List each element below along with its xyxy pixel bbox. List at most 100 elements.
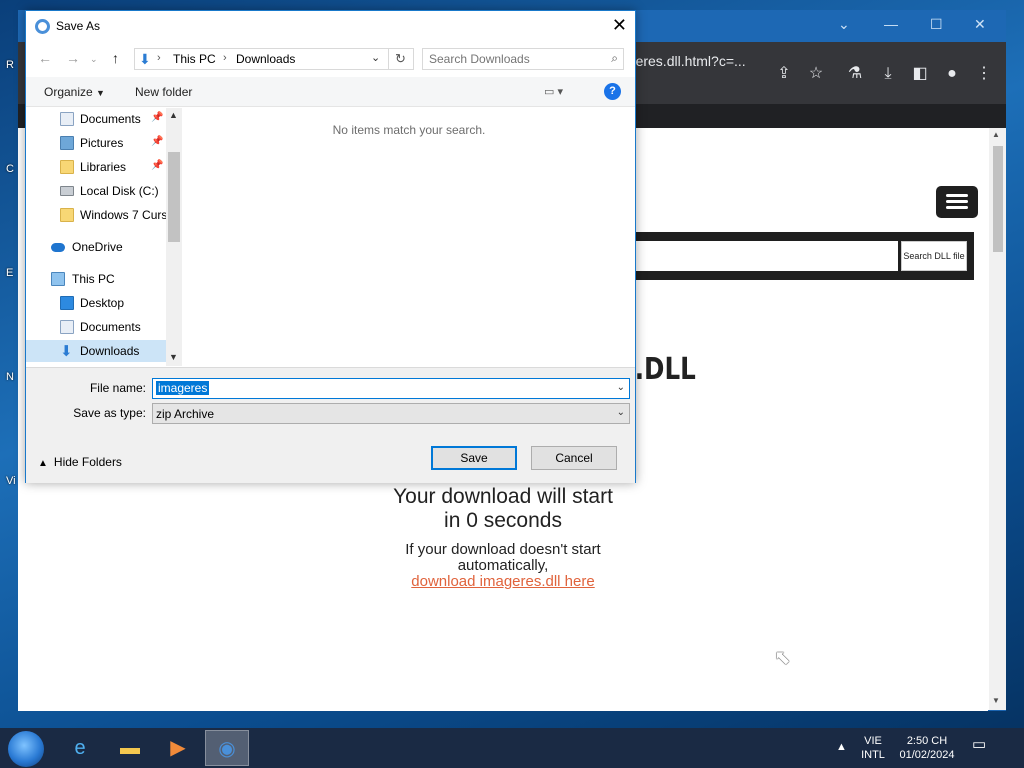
close-icon[interactable]: ✕ bbox=[974, 16, 986, 33]
back-arrow-icon[interactable]: ← bbox=[38, 50, 52, 66]
show-hidden-icons-icon[interactable]: ▲ bbox=[836, 740, 847, 754]
scroll-thumb[interactable] bbox=[993, 146, 1003, 252]
close-icon[interactable]: ✕ bbox=[612, 15, 627, 36]
navigation-pane: Documents 📌 Pictures 📌 Libraries 📌 Local… bbox=[26, 108, 182, 366]
chevron-down-icon[interactable]: ⌄ bbox=[617, 382, 625, 393]
pictures-icon bbox=[60, 136, 74, 150]
nav-item-desktop[interactable]: Desktop bbox=[26, 292, 166, 314]
nav-item-label: Libraries bbox=[80, 160, 127, 174]
profile-icon[interactable]: ● bbox=[942, 64, 962, 84]
chrome-icon[interactable]: ◉ bbox=[205, 730, 249, 766]
nav-item-label: Local Disk (C:) bbox=[80, 184, 159, 198]
menu-icon[interactable]: ⋮ bbox=[974, 64, 994, 84]
folder-icon bbox=[60, 160, 74, 174]
scroll-down-icon[interactable]: ▼ bbox=[992, 696, 1000, 705]
downloads-icon: ⬇ bbox=[60, 343, 73, 360]
file-name-value[interactable]: imageres bbox=[156, 381, 210, 395]
new-folder-button[interactable]: New folder bbox=[135, 85, 192, 99]
chevron-down-icon[interactable]: ⌄ bbox=[617, 407, 625, 418]
documents-icon bbox=[60, 112, 74, 126]
up-arrow-icon[interactable]: ↑ bbox=[112, 50, 119, 66]
downloads-icon: ⬇ bbox=[139, 51, 151, 67]
star-icon[interactable]: ☆ bbox=[806, 64, 826, 84]
save-type-value: zip Archive bbox=[156, 407, 215, 421]
help-button[interactable]: ? bbox=[604, 83, 621, 100]
nav-item-onedrive[interactable]: OneDrive bbox=[26, 236, 166, 258]
save-button[interactable]: Save bbox=[431, 446, 517, 470]
save-as-dialog: Save As ✕ ← → ⌄ ↑ ⬇ › This PC › Download… bbox=[25, 10, 636, 483]
nav-item-windows-7-curs[interactable]: Windows 7 Curs bbox=[26, 204, 168, 226]
desktop-icon-label: N bbox=[6, 371, 14, 383]
nav-item-label: Windows 7 Curs bbox=[80, 208, 168, 222]
tab-search-icon[interactable]: ⌄ bbox=[838, 16, 850, 33]
maximize-icon[interactable]: ☐ bbox=[930, 16, 943, 33]
sidepanel-icon[interactable]: ◧ bbox=[910, 64, 930, 84]
nav-item-documents-pc[interactable]: Documents bbox=[26, 316, 166, 338]
pin-icon: 📌 bbox=[151, 136, 164, 147]
scroll-up-icon[interactable]: ▲ bbox=[169, 110, 178, 120]
nav-item-label: Pictures bbox=[80, 136, 124, 150]
command-bar: Organize ▼ New folder ▭ ▾ ? bbox=[26, 77, 635, 107]
clock[interactable]: 2:50 CH 01/02/2024 bbox=[892, 734, 962, 762]
share-icon[interactable]: ⇪ bbox=[774, 64, 794, 84]
chrome-logo-icon bbox=[35, 19, 50, 34]
labs-icon[interactable]: ⚗ bbox=[845, 64, 865, 84]
scroll-up-icon[interactable]: ▲ bbox=[992, 130, 1000, 139]
nav-item-documents[interactable]: Documents 📌 bbox=[26, 108, 166, 130]
language-indicator[interactable]: VIE INTL bbox=[856, 734, 890, 762]
minimize-icon[interactable]: — bbox=[884, 16, 898, 32]
hamburger-menu-button[interactable] bbox=[936, 186, 978, 218]
nav-pane-scrollbar[interactable]: ▲ ▼ bbox=[166, 108, 182, 366]
breadcrumb-separator-icon[interactable]: › bbox=[157, 52, 161, 64]
empty-message: No items match your search. bbox=[332, 123, 486, 137]
dll-search-bar: Search DLL file bbox=[620, 232, 974, 280]
nav-item-downloads[interactable]: ⬇ Downloads bbox=[26, 340, 166, 362]
file-name-field[interactable]: imageres ⌄ bbox=[152, 378, 630, 399]
scroll-thumb[interactable] bbox=[168, 152, 180, 242]
scroll-down-icon[interactable]: ▼ bbox=[169, 352, 178, 362]
explorer-icon[interactable]: ▬ bbox=[108, 730, 152, 766]
nav-item-local-disk[interactable]: Local Disk (C:) bbox=[26, 180, 166, 202]
change-view-icon[interactable]: ▭ ▾ bbox=[544, 85, 563, 98]
download-icon[interactable]: ⤓ bbox=[878, 64, 898, 84]
nav-item-pictures[interactable]: Pictures 📌 bbox=[26, 132, 166, 154]
chevron-up-icon: ▲ bbox=[38, 458, 48, 469]
search-icon: ⌕ bbox=[611, 51, 618, 65]
nav-item-libraries[interactable]: Libraries 📌 bbox=[26, 156, 166, 178]
nav-item-label: Downloads bbox=[80, 344, 140, 358]
hide-folders-button[interactable]: ▲ Hide Folders bbox=[38, 455, 122, 469]
documents-icon bbox=[60, 320, 74, 334]
breadcrumb-separator-icon[interactable]: › bbox=[223, 52, 227, 64]
page-scrollbar[interactable]: ▲ ▼ bbox=[989, 128, 1006, 710]
dialog-navigation-row: ← → ⌄ ↑ ⬇ › This PC › Downloads ⌄ ↻ ⌕ bbox=[26, 41, 635, 75]
ie-icon[interactable]: e bbox=[58, 730, 102, 766]
dll-search-input[interactable] bbox=[620, 241, 898, 271]
start-icon[interactable] bbox=[8, 731, 44, 767]
action-center-icon[interactable]: ▭ bbox=[972, 737, 986, 752]
search-downloads-box[interactable]: ⌕ bbox=[422, 48, 624, 70]
refresh-button[interactable]: ↻ bbox=[388, 48, 412, 70]
search-dll-button[interactable]: Search DLL file bbox=[901, 241, 967, 271]
breadcrumb-this-pc[interactable]: This PC bbox=[173, 52, 216, 66]
save-type-select[interactable]: zip Archive ⌄ bbox=[152, 403, 630, 424]
address-bar-url[interactable]: ageres.dll.html?c=... bbox=[620, 53, 746, 69]
organize-button[interactable]: Organize ▼ bbox=[44, 85, 105, 99]
dialog-titlebar: Save As ✕ bbox=[26, 11, 635, 41]
folder-icon bbox=[60, 208, 74, 222]
taskbar: e ▬ ▶ ◉ ▲ VIE INTL 2:50 CH 01/02/2024 ▭ bbox=[0, 728, 1024, 768]
chevron-down-icon: ▼ bbox=[96, 88, 105, 98]
file-list-pane[interactable]: No items match your search. bbox=[183, 108, 635, 366]
breadcrumb-downloads[interactable]: Downloads bbox=[236, 52, 295, 66]
dialog-bottom-panel: File name: imageres ⌄ Save as type: zip … bbox=[26, 367, 635, 483]
cancel-button[interactable]: Cancel bbox=[531, 446, 617, 470]
computer-icon bbox=[51, 272, 65, 286]
chevron-down-icon[interactable]: ⌄ bbox=[371, 51, 380, 64]
download-link[interactable]: download imageres.dll here bbox=[363, 574, 643, 590]
recent-locations-icon[interactable]: ⌄ bbox=[90, 54, 98, 65]
media-icon[interactable]: ▶ bbox=[156, 730, 200, 766]
forward-arrow-icon[interactable]: → bbox=[66, 50, 80, 66]
nav-item-this-pc[interactable]: This PC bbox=[26, 268, 166, 290]
search-downloads-input[interactable] bbox=[429, 51, 599, 67]
drive-icon bbox=[60, 186, 74, 196]
address-bar[interactable]: ⬇ › This PC › Downloads ⌄ bbox=[134, 48, 414, 70]
